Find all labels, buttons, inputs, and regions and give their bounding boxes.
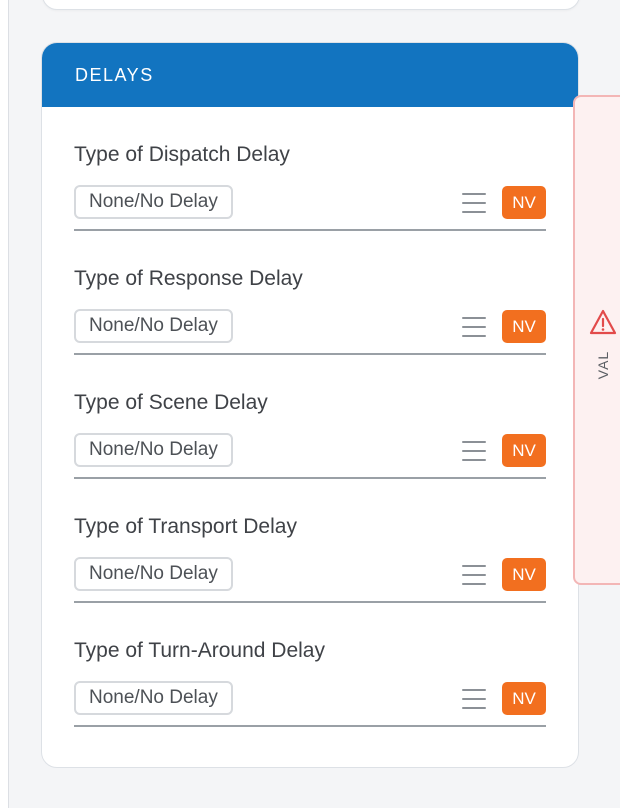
field-response-delay: Type of Response Delay None/No Delay NV — [74, 231, 546, 355]
field-label: Type of Transport Delay — [74, 515, 297, 538]
validation-tab[interactable]: VAL — [573, 95, 620, 585]
field-dispatch-delay: Type of Dispatch Delay None/No Delay NV — [74, 107, 546, 231]
menu-icon[interactable] — [462, 441, 486, 461]
delays-header: DELAYS — [42, 43, 578, 107]
warning-triangle-icon — [589, 309, 617, 335]
nv-badge[interactable]: NV — [502, 434, 546, 467]
field-label: Type of Scene Delay — [74, 391, 268, 414]
nv-badge[interactable]: NV — [502, 682, 546, 715]
nv-badge[interactable]: NV — [502, 310, 546, 343]
left-rail — [0, 0, 9, 808]
menu-icon[interactable] — [462, 317, 486, 337]
value-chip[interactable]: None/No Delay — [74, 185, 233, 219]
field-turnaround-delay: Type of Turn-Around Delay None/No Delay … — [74, 603, 546, 727]
field-label: Type of Response Delay — [74, 267, 303, 290]
menu-icon[interactable] — [462, 193, 486, 213]
delays-card: DELAYS Type of Dispatch Delay None/No De… — [41, 42, 579, 768]
field-transport-delay: Type of Transport Delay None/No Delay NV — [74, 479, 546, 603]
value-chip[interactable]: None/No Delay — [74, 557, 233, 591]
nv-badge[interactable]: NV — [502, 558, 546, 591]
delay-fields: Type of Dispatch Delay None/No Delay NV … — [42, 107, 578, 727]
value-chip[interactable]: None/No Delay — [74, 309, 233, 343]
menu-icon[interactable] — [462, 565, 486, 585]
value-chip[interactable]: None/No Delay — [74, 433, 233, 467]
field-label: Type of Dispatch Delay — [74, 143, 290, 166]
field-scene-delay: Type of Scene Delay None/No Delay NV — [74, 355, 546, 479]
validation-label: VAL — [595, 350, 611, 380]
menu-icon[interactable] — [462, 689, 486, 709]
section-title: DELAYS — [75, 64, 154, 85]
field-label: Type of Turn-Around Delay — [74, 639, 325, 662]
value-chip[interactable]: None/No Delay — [74, 681, 233, 715]
previous-card — [42, 0, 580, 10]
nv-badge[interactable]: NV — [502, 186, 546, 219]
